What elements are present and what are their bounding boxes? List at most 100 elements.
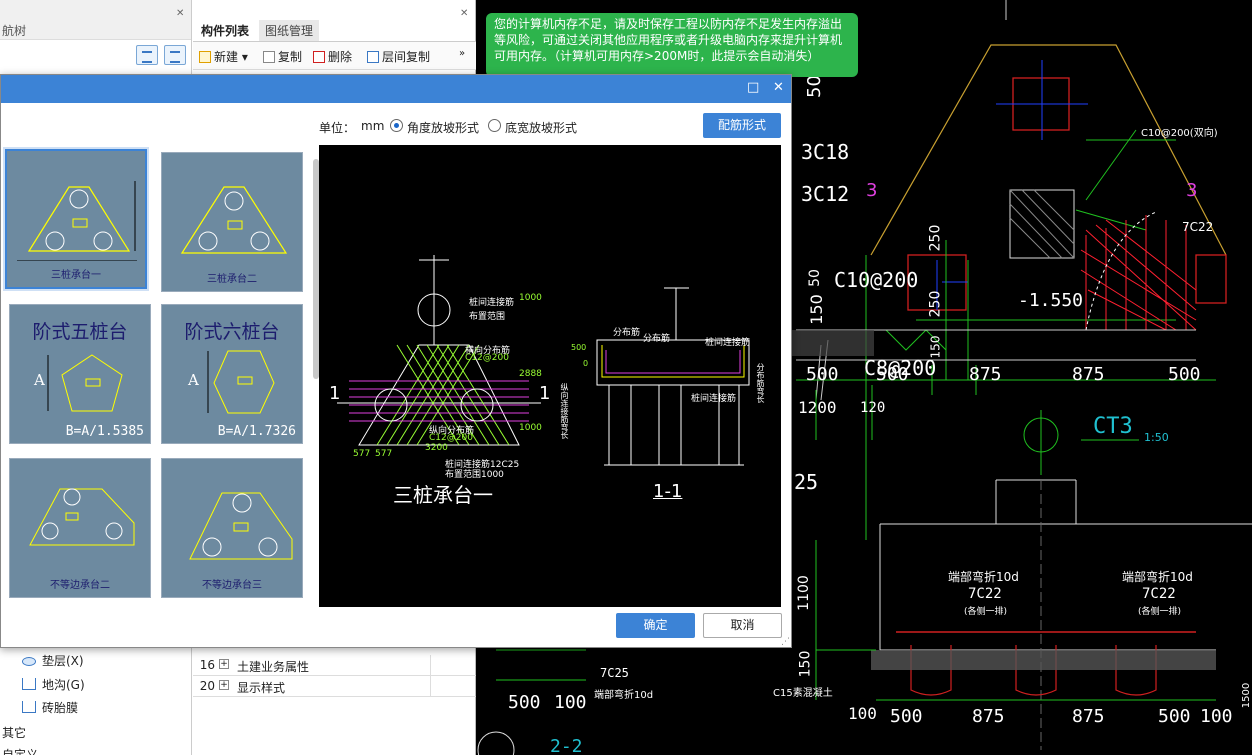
- tree-item-label: 垫层(X): [42, 654, 84, 668]
- cad-label: 端部弯折10d: [1122, 570, 1193, 584]
- delete-icon: [313, 51, 325, 63]
- cad-label: 250: [927, 224, 944, 252]
- cushion-icon: [22, 657, 36, 666]
- tree-item-cushion[interactable]: 垫层(X): [22, 652, 84, 669]
- preview-label: 桩间连接筋: [691, 394, 737, 404]
- resize-grip-icon[interactable]: ⋰: [781, 637, 790, 647]
- cad-label: 250: [927, 290, 944, 318]
- preview-section: 1-1: [653, 481, 683, 502]
- preview-label: 桩间连接筋: [705, 338, 751, 348]
- preview-label: 577: [375, 449, 393, 459]
- preview-label: 分布筋: [613, 328, 641, 338]
- cad-label: C15素混凝土: [773, 688, 833, 699]
- close-icon[interactable]: ✕: [176, 8, 184, 19]
- preview-label: 分布筋弯长: [756, 363, 765, 403]
- list-view-icon[interactable]: [136, 45, 158, 65]
- maximize-icon[interactable]: □: [747, 80, 759, 95]
- cad-label: 500: [1168, 364, 1201, 385]
- cad-label: 3C18: [801, 140, 850, 164]
- tree-group-custom[interactable]: 自定义: [2, 746, 38, 755]
- copy-button[interactable]: 复制: [263, 48, 302, 65]
- floor-copy-button[interactable]: 层间复制: [367, 48, 430, 65]
- ok-button[interactable]: 确定: [616, 613, 695, 638]
- thumb-formula: B=A/1.7326: [217, 424, 296, 439]
- width-slope-radio[interactable]: [488, 119, 501, 132]
- tree-group-other[interactable]: 其它: [2, 724, 26, 741]
- width-slope-label[interactable]: 底宽放坡形式: [505, 119, 577, 136]
- angle-slope-radio[interactable]: [390, 119, 403, 132]
- close-icon[interactable]: ✕: [773, 80, 784, 95]
- cad-label: 500: [890, 706, 923, 727]
- property-row[interactable]: 16 + 土建业务属性: [193, 655, 476, 676]
- thumb-unequal-3[interactable]: 不等边承台三: [161, 458, 303, 598]
- tree-item-brick-mould[interactable]: 砖胎膜: [22, 699, 78, 716]
- cad-label: 7C22: [1142, 586, 1176, 602]
- three-pile-shape-icon: [180, 186, 288, 254]
- pentagon-shape-icon: [47, 354, 123, 412]
- tab-drawing-manage[interactable]: 图纸管理: [259, 20, 320, 41]
- cad-label: 500: [876, 364, 909, 385]
- divider: [430, 655, 431, 676]
- cad-label: (各侧一排): [964, 607, 1008, 617]
- cad-label: 端部弯折10d: [948, 570, 1019, 584]
- component-toolbar: 新建 ▾ 复制 删除 层间复制 »: [193, 42, 476, 70]
- more-icon[interactable]: »: [459, 48, 465, 59]
- tree-item-label: 砖胎膜: [42, 701, 79, 715]
- thumb-step-five-pile[interactable]: 阶式五桩台 A B=A/1.5385: [9, 304, 151, 444]
- copy-icon: [263, 51, 275, 63]
- cad-label: 7C25: [600, 666, 629, 680]
- property-label: 显示样式: [237, 681, 286, 695]
- preview-label: 3200: [425, 443, 448, 453]
- panel-tabs: 构件列表 图纸管理: [193, 14, 476, 42]
- row-number: 20: [199, 679, 215, 693]
- expand-icon[interactable]: +: [219, 659, 229, 669]
- trench-icon: [22, 678, 36, 690]
- thumb-step-six-pile[interactable]: 阶式六桩台 A B=A/1.7326: [161, 304, 303, 444]
- new-icon: [199, 51, 211, 63]
- cad-label: 7C22: [968, 586, 1002, 602]
- cad-label: 100: [1200, 706, 1233, 727]
- cad-label: C10@200(双向): [1141, 128, 1218, 139]
- cad-label: 7C22: [1182, 220, 1214, 234]
- nav-header: 航树: [0, 0, 191, 40]
- preview-label: 500: [571, 343, 587, 352]
- cad-label: 100: [848, 704, 877, 723]
- angle-slope-label[interactable]: 角度放坡形式: [407, 119, 479, 136]
- hexagon-shape-icon: [207, 350, 275, 414]
- cad-label: 50: [806, 269, 823, 287]
- cad-label: 3: [866, 180, 878, 201]
- preview-label: 1000: [519, 293, 542, 303]
- cad-label: 1500: [1241, 682, 1252, 709]
- grid-view-icon[interactable]: [164, 45, 186, 65]
- tree-item-trench[interactable]: 地沟(G): [22, 676, 85, 693]
- new-button[interactable]: 新建 ▾: [199, 48, 248, 65]
- expand-icon[interactable]: +: [219, 680, 229, 690]
- tree-item-label: 地沟(G): [42, 678, 85, 692]
- dim-a-label: A: [188, 371, 199, 389]
- preview-label: 1000: [519, 423, 542, 433]
- unequal-shape-icon: [189, 492, 293, 560]
- cad-label: CT3: [1093, 414, 1133, 439]
- delete-button[interactable]: 删除: [313, 48, 352, 65]
- rebar-form-button[interactable]: 配筋形式: [703, 113, 781, 138]
- thumb-caption: 三桩承台一: [51, 270, 101, 281]
- cad-label: 3: [1186, 180, 1198, 201]
- cancel-button[interactable]: 取消: [703, 613, 782, 638]
- thumb-three-pile-2[interactable]: 三桩承台二: [161, 152, 303, 292]
- thumb-caption: 三桩承台二: [207, 274, 257, 285]
- thumb-unequal-2[interactable]: 不等边承台二: [9, 458, 151, 598]
- preview-label: C12@200: [465, 353, 509, 363]
- thumb-three-pile-1[interactable]: 三桩承台一: [3, 147, 149, 291]
- section-mark-left: 1: [329, 383, 341, 404]
- cad-label: 1:50: [1144, 431, 1169, 444]
- cad-label: 1200: [798, 398, 837, 417]
- dialog-titlebar[interactable]: □ ✕: [1, 75, 791, 103]
- preview-label: 577: [353, 449, 371, 459]
- floor-copy-icon: [367, 51, 379, 63]
- property-row[interactable]: 20 + 显示样式: [193, 676, 476, 697]
- cad-label: 875: [972, 706, 1005, 727]
- pile-cap-dialog: □ ✕ 单位： mm 角度放坡形式 底宽放坡形式 配筋形式 三桩承台一 三桩承台…: [0, 74, 792, 648]
- unequal-shape-icon: [29, 488, 135, 546]
- tab-component-list[interactable]: 构件列表: [195, 20, 255, 41]
- cad-label: 500: [806, 364, 839, 385]
